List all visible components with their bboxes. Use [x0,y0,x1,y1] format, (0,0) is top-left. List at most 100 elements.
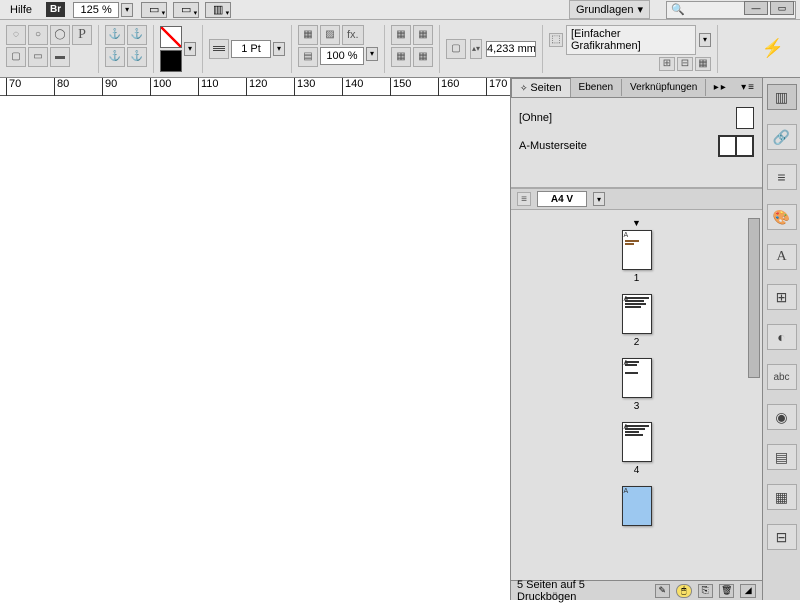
ellipse-solid-icon[interactable]: ◯ [50,25,70,45]
pages-status-bar: 5 Seiten auf 5 Druckbögen ✎ 🖱 ⎘ 🗑 ◢ [511,580,762,600]
opacity-3-icon[interactable]: ▤ [298,47,318,67]
fill-stroke-group: ▾ [160,25,203,73]
canvas[interactable] [0,96,510,600]
rect-icon[interactable]: ▭ [28,47,48,67]
dock-effects-icon[interactable]: ◉ [767,404,797,430]
opacity-1-icon[interactable]: ▦ [298,25,318,45]
frame-dropdown-icon[interactable]: ▾ [699,33,711,47]
wrap-2-icon[interactable]: ▦ [413,25,433,45]
maximize-button[interactable]: ▭ [770,1,794,15]
stroke-black-swatch[interactable] [160,50,182,72]
opacity-input[interactable] [320,47,364,65]
tab-ebenen[interactable]: Ebenen [571,79,622,96]
swatch-dropdown-icon[interactable]: ▾ [184,42,196,56]
page-item-1[interactable]: A 1 [511,230,762,284]
extra-1-icon[interactable]: ⊞ [659,57,675,71]
anchor-3-icon[interactable]: ⚓ [105,47,125,67]
dock-glyph-icon[interactable]: abc [767,364,797,390]
fill-none-swatch[interactable] [160,26,182,48]
zoom-input[interactable] [73,2,119,18]
extra-3-icon[interactable]: ▦ [695,57,711,71]
anchor-1-icon[interactable]: ⚓ [105,25,125,45]
zoom-dropdown-icon[interactable]: ▾ [121,3,133,17]
master-ohne-thumb[interactable] [736,107,754,129]
dock-object-styles-icon[interactable]: ▤ [767,444,797,470]
panel-menu-icon[interactable]: ▾≡ [735,82,762,93]
minimize-button[interactable]: — [744,1,768,15]
page-number: 3 [634,401,640,412]
frame-style-group: ⬚ [Einfacher Grafikrahmen] ▾ ⊞ ⊟ ▦ [549,25,718,73]
view-options-icon[interactable]: ▥ [205,2,231,18]
corner-stepper-icon[interactable]: ▴▾ [470,39,482,59]
size-menu-icon[interactable]: ≡ [517,192,531,206]
ruler-tick: 80 [54,78,69,96]
master-a-thumb[interactable] [718,135,754,157]
dock-character-icon[interactable]: A [767,244,797,270]
edit-page-icon[interactable]: ✎ [655,584,670,598]
anchor-2-icon[interactable]: ⚓ [127,25,147,45]
dock-swatches-icon[interactable]: ⊞ [767,284,797,310]
screen-mode-icon[interactable]: ▭ [141,2,167,18]
page-number: 2 [634,337,640,348]
dock-links-icon[interactable]: 🔗 [767,124,797,150]
ellipse-dotted-icon[interactable]: ◌ [6,25,26,45]
dock-para-styles-icon[interactable]: ▦ [767,484,797,510]
opacity-dropdown-icon[interactable]: ▾ [366,47,378,61]
zoom-control[interactable]: ▾ [73,2,133,18]
page-thumb-selected[interactable]: A [622,486,652,526]
master-a-row[interactable]: A-Musterseite [519,132,754,160]
stroke-weight-icon[interactable] [209,39,229,59]
frame-icon[interactable]: ⬚ [549,33,563,47]
ellipse-icon[interactable]: ○ [28,25,48,45]
dock-cell-styles-icon[interactable]: ⊟ [767,524,797,550]
menu-bar: Hilfe Br ▾ ▭ ▭ ▥ Grundlagen ▾ 🔍 — ▭ [0,0,800,20]
lightning-icon[interactable]: ⚡ [762,38,794,59]
dock-pages-icon[interactable]: ▥ [767,84,797,110]
control-toolbar: ◌ ○ ◯ P ▢ ▭ ▬ ⚓ ⚓ ⚓ ⚓ ▾ ▾ ▦ [0,20,800,78]
new-page-icon[interactable]: ⎘ [698,584,713,598]
rect-solid-icon[interactable]: ▬ [50,47,70,67]
help-menu[interactable]: Hilfe [4,2,38,18]
anchor-4-icon[interactable]: ⚓ [127,47,147,67]
page-item-2[interactable]: A 2 [511,294,762,348]
page-thumb[interactable]: A [622,358,652,398]
dock-stroke-icon[interactable]: ≡ [767,164,797,190]
new-page-button[interactable]: 🖱 [676,584,691,598]
dock-color-icon[interactable]: 🎨 [767,204,797,230]
corner-input[interactable] [486,41,536,57]
tab-verknuepfungen[interactable]: Verknüpfungen [622,79,706,96]
wrap-3-icon[interactable]: ▦ [391,47,411,67]
wrap-4-icon[interactable]: ▦ [413,47,433,67]
stroke-weight-input[interactable] [231,40,271,58]
tab-seiten[interactable]: ✧ Seiten [511,78,571,97]
master-ohne-row[interactable]: [Ohne] [519,104,754,132]
corner-icon[interactable]: ▢ [446,39,466,59]
stroke-dropdown-icon[interactable]: ▾ [273,42,285,56]
content-area: 70 80 90 100 110 120 130 140 150 160 170… [0,78,800,600]
page-item-4[interactable]: A 4 [511,422,762,476]
scrollbar-thumb[interactable] [748,218,760,378]
wrap-1-icon[interactable]: ▦ [391,25,411,45]
delete-page-icon[interactable]: 🗑 [719,584,734,598]
master-pages-area: [Ohne] A-Musterseite [511,98,762,188]
text-p-icon[interactable]: P [72,25,92,45]
page-thumb[interactable]: A [622,294,652,334]
fx-button[interactable]: fx. [342,25,364,45]
frame-style-select[interactable]: [Einfacher Grafikrahmen] [566,25,696,55]
panel-expand-button[interactable]: ▸▸ [708,82,734,93]
size-dropdown-icon[interactable]: ▾ [593,192,605,206]
opacity-2-icon[interactable]: ▨ [320,25,340,45]
arrange-icon[interactable]: ▭ [173,2,199,18]
workspace-switcher[interactable]: Grundlagen ▾ [569,0,650,19]
rect-dotted-icon[interactable]: ▢ [6,47,26,67]
extra-2-icon[interactable]: ⊟ [677,57,693,71]
bridge-badge[interactable]: Br [46,2,65,17]
page-thumb[interactable]: A [622,422,652,462]
page-size-input[interactable] [537,191,587,207]
page-item-5[interactable]: A [511,486,762,526]
pages-list: ▼ A 1 A 2 A 3 A 4 A [511,210,762,580]
dock-gradient-icon[interactable]: ◐ [767,324,797,350]
page-item-3[interactable]: A 3 [511,358,762,412]
resize-handle-icon[interactable]: ◢ [740,584,755,598]
page-thumb[interactable]: A [622,230,652,270]
